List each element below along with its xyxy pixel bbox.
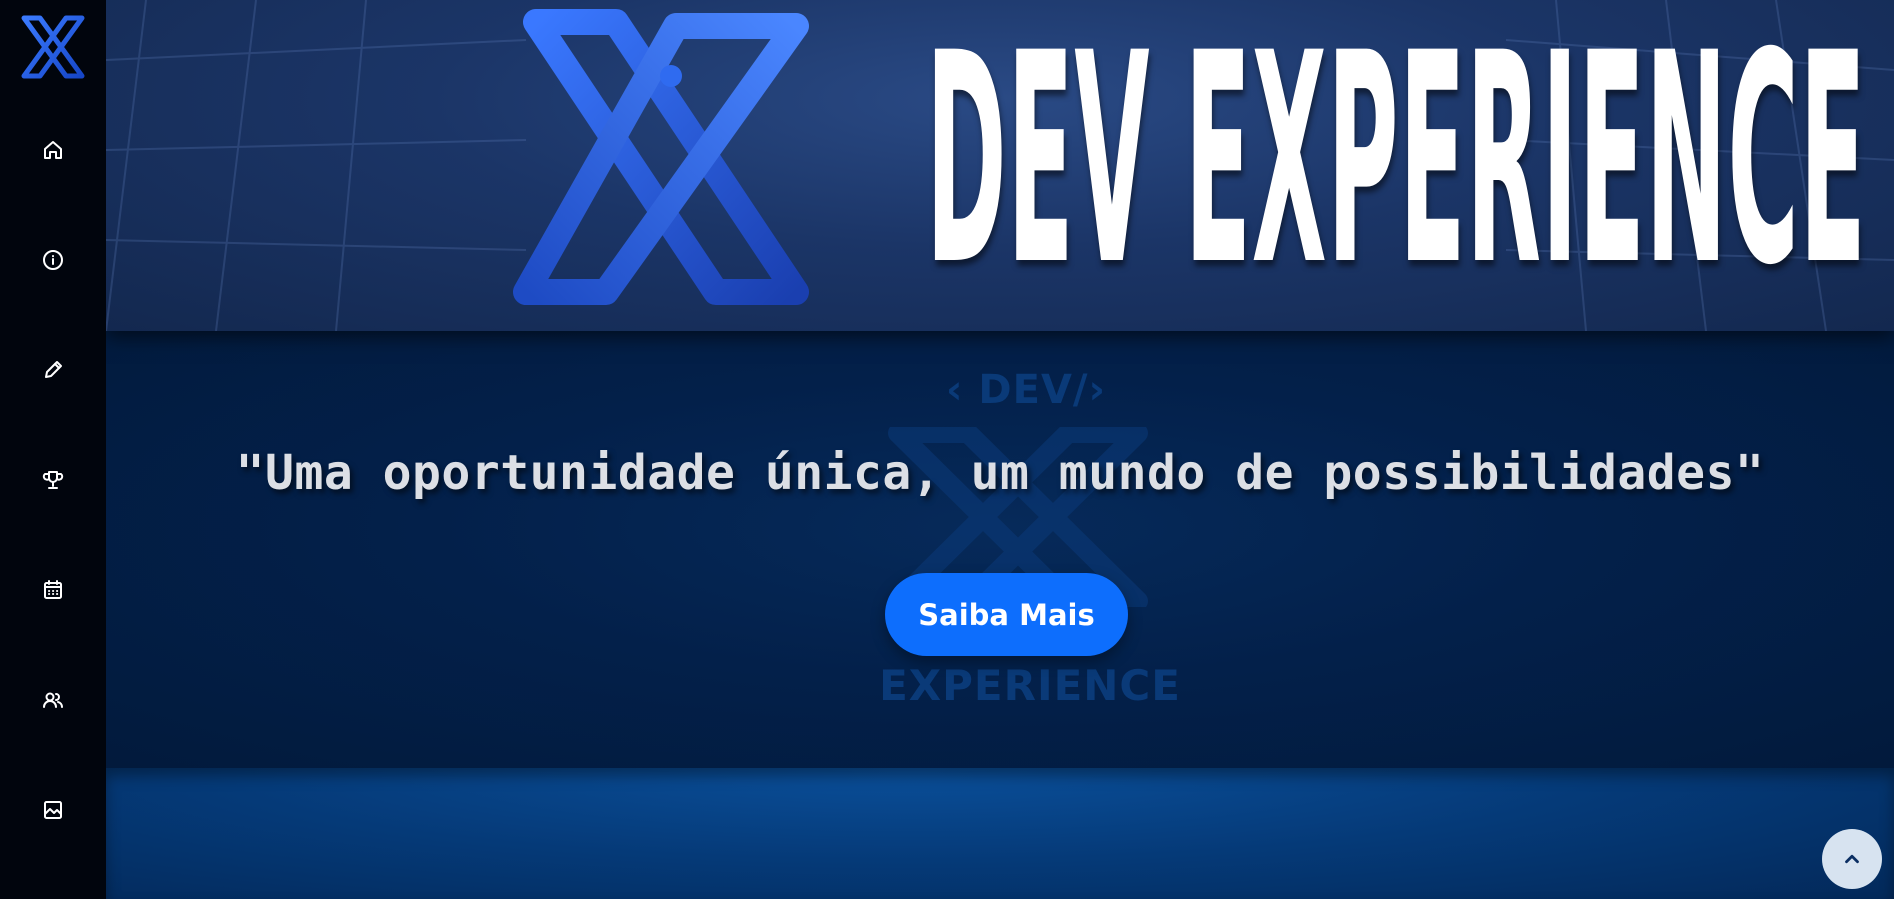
scroll-to-top-button[interactable] [1822, 829, 1882, 889]
logo-x-icon[interactable] [18, 14, 88, 80]
sidebar-item-register[interactable] [31, 348, 75, 392]
users-icon [43, 692, 63, 708]
pencil-icon [45, 361, 62, 378]
x-logo-icon [513, 9, 809, 305]
sidebar-item-schedule[interactable] [31, 568, 75, 612]
sidebar-item-home[interactable] [31, 128, 75, 172]
sidebar-item-awards[interactable] [31, 458, 75, 502]
event-title: DEV EXPERIENCE [926, 0, 1867, 329]
tagline: "Uma oportunidade única, um mundo de pos… [235, 445, 1765, 501]
sidebar-item-team[interactable] [31, 678, 75, 722]
watermark-dev: ‹ DEV/› [946, 367, 1106, 413]
next-section [106, 768, 1894, 899]
image-icon [44, 801, 62, 819]
watermark-experience: EXPERIENCE [879, 661, 1181, 710]
sidebar-item-about[interactable] [31, 238, 75, 282]
calendar-icon [44, 580, 62, 599]
hero-section: ‹ DEV/› EXPERIENCE "Uma oportunidade úni… [106, 331, 1894, 768]
chevron-up-icon [1845, 854, 1859, 864]
sidebar [0, 0, 106, 899]
home-icon [44, 141, 62, 159]
sidebar-item-gallery[interactable] [31, 788, 75, 832]
info-icon [43, 250, 63, 270]
hero-banner: DEV EXPERIENCE [106, 0, 1894, 331]
trophy-icon [42, 471, 64, 489]
learn-more-button[interactable]: Saiba Mais [885, 573, 1128, 656]
